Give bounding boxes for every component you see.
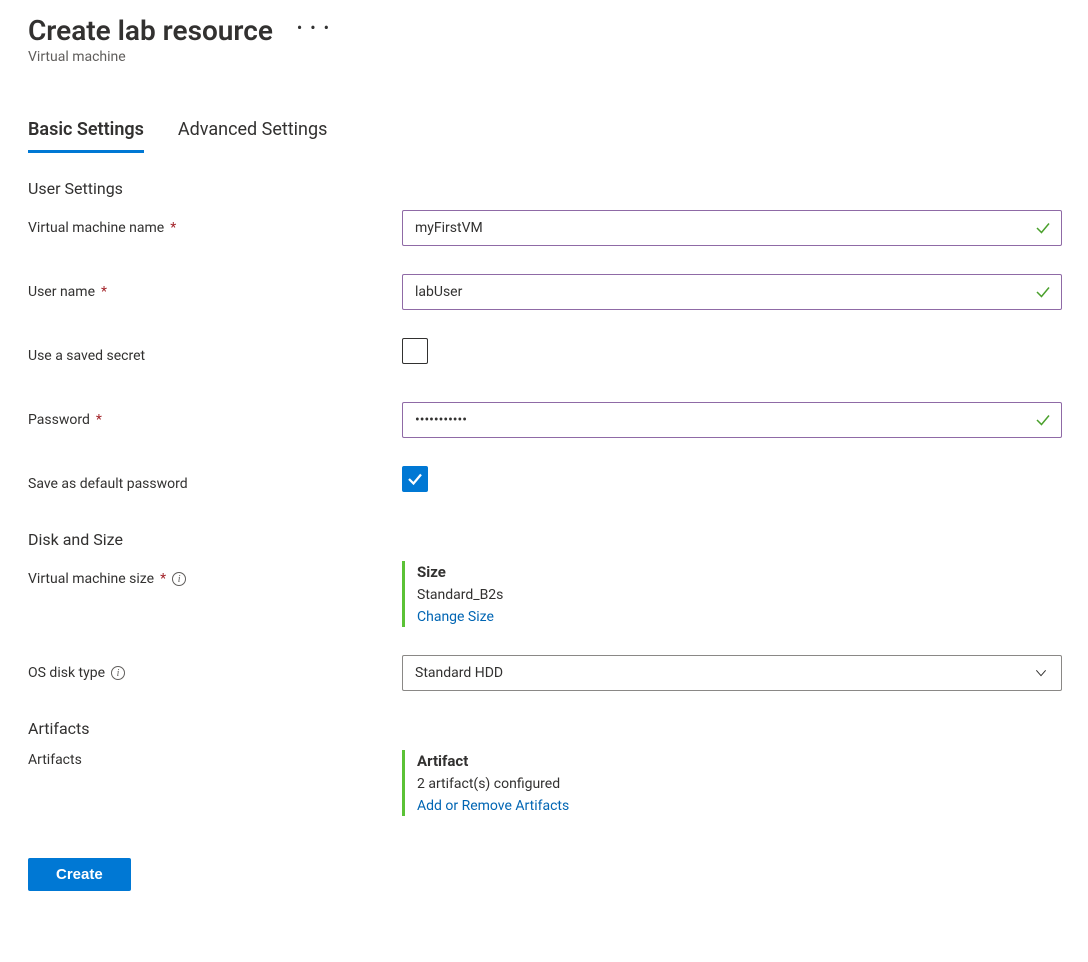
section-disk-and-size: Disk and Size: [28, 530, 1070, 549]
os-disk-type-select[interactable]: Standard HDD: [402, 655, 1062, 691]
required-asterisk: *: [160, 571, 166, 587]
info-icon[interactable]: [111, 666, 125, 680]
more-actions-icon[interactable]: • • •: [297, 20, 331, 42]
vm-size-panel-value: Standard_B2s: [417, 587, 1062, 603]
artifacts-panel: Artifact 2 artifact(s) configured Add or…: [402, 750, 1062, 816]
section-artifacts: Artifacts: [28, 719, 1070, 738]
use-saved-secret-checkbox[interactable]: [402, 338, 428, 364]
use-saved-secret-label: Use a saved secret: [28, 348, 145, 364]
create-button[interactable]: Create: [28, 858, 131, 891]
password-input[interactable]: [402, 402, 1062, 438]
vm-name-input[interactable]: [402, 210, 1062, 246]
vm-size-panel-title: Size: [417, 563, 1062, 581]
vm-name-label: Virtual machine name: [28, 220, 164, 236]
vm-size-panel: Size Standard_B2s Change Size: [402, 561, 1062, 627]
tabs: Basic Settings Advanced Settings: [28, 119, 1070, 153]
artifacts-panel-value: 2 artifact(s) configured: [417, 776, 1062, 792]
vm-size-label: Virtual machine size: [28, 571, 154, 587]
required-asterisk: *: [96, 412, 102, 428]
save-default-password-label: Save as default password: [28, 476, 188, 492]
user-name-label: User name: [28, 284, 95, 300]
save-default-password-checkbox[interactable]: [402, 466, 428, 492]
artifacts-panel-title: Artifact: [417, 752, 1062, 770]
tab-basic-settings[interactable]: Basic Settings: [28, 119, 144, 153]
required-asterisk: *: [101, 284, 107, 300]
info-icon[interactable]: [172, 572, 186, 586]
os-disk-type-selected: Standard HDD: [415, 665, 503, 681]
chevron-down-icon: [1033, 665, 1049, 681]
os-disk-type-label: OS disk type: [28, 665, 105, 681]
tab-advanced-settings[interactable]: Advanced Settings: [178, 119, 328, 153]
password-label: Password: [28, 412, 90, 428]
page-title: Create lab resource: [28, 14, 273, 47]
section-user-settings: User Settings: [28, 179, 1070, 198]
artifacts-label: Artifacts: [28, 752, 82, 768]
change-size-link[interactable]: Change Size: [417, 609, 1062, 625]
add-remove-artifacts-link[interactable]: Add or Remove Artifacts: [417, 798, 1062, 814]
user-name-input[interactable]: [402, 274, 1062, 310]
page-subtitle: Virtual machine: [28, 49, 1070, 65]
required-asterisk: *: [170, 220, 176, 236]
